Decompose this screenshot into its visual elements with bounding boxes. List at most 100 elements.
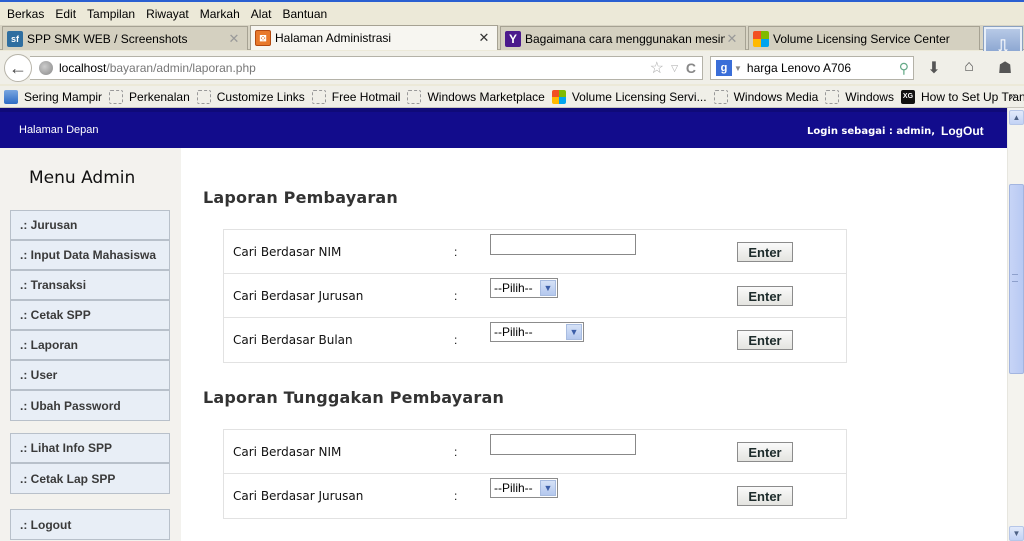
search-magnifier-icon[interactable]: ⚲ [899, 60, 909, 77]
colon: : [454, 333, 458, 347]
page-icon [311, 89, 326, 104]
close-tab-icon[interactable]: ✕ [227, 31, 241, 47]
form-row-jurusan: Cari Berdasar Jurusan : --Pilih-- ▼ Enter [224, 474, 846, 518]
enter-button[interactable]: Enter [737, 486, 793, 506]
bookmark-sering-mampir[interactable]: Sering Mampir [4, 89, 103, 104]
google-icon[interactable]: g [716, 60, 732, 76]
menu-riwayat[interactable]: Riwayat [146, 7, 189, 21]
bookmark-label: Free Hotmail [331, 89, 401, 104]
sidebar-item-input-data-mahasiswa[interactable]: .: Input Data Mahasiswa [11, 241, 169, 271]
form-row-nim: Cari Berdasar NIM : Enter [224, 430, 846, 474]
chevron-down-icon: ▼ [540, 280, 556, 296]
url-path: /bayaran/admin/laporan.php [106, 61, 256, 75]
field-label: Cari Berdasar Jurusan [233, 289, 364, 303]
main-content: Laporan Pembayaran Cari Berdasar NIM : E… [181, 148, 1007, 541]
search-input[interactable]: harga Lenovo A706 [747, 61, 851, 75]
reload-icon[interactable]: C [686, 60, 696, 76]
menu-tampilan[interactable]: Tampilan [87, 7, 135, 21]
bookmark-windows-media[interactable]: Windows Media [713, 89, 819, 104]
nim-input[interactable] [490, 234, 636, 255]
menu-bar: Berkas Edit Tampilan Riwayat Markah Alat… [0, 0, 1024, 25]
bookmark-windows[interactable]: Windows [825, 89, 894, 104]
sidebar: Menu Admin .: Jurusan .: Input Data Maha… [0, 148, 181, 541]
sidebar-item-transaksi[interactable]: .: Transaksi [11, 271, 169, 301]
menu-berkas[interactable]: Berkas [7, 7, 44, 21]
sidebar-title: Menu Admin [29, 168, 136, 188]
tab-volume-licensing[interactable]: Volume Licensing Service Center [748, 26, 980, 50]
close-tab-icon[interactable]: ✕ [477, 30, 491, 46]
url-host: localhost [59, 61, 107, 75]
nim-input[interactable] [490, 434, 636, 455]
enter-button[interactable]: Enter [737, 330, 793, 350]
search-engine-dropdown-icon[interactable]: ▼ [734, 64, 742, 73]
tab-title: SPP SMK WEB / Screenshots [27, 31, 188, 46]
bookmark-label: Sering Mampir [24, 89, 103, 104]
menu-group-info: .: Lihat Info SPP .: Cetak Lap SPP [10, 433, 170, 494]
sourceforge-icon: sf [7, 30, 23, 47]
sidebar-item-ubah-password[interactable]: .: Ubah Password [11, 391, 169, 420]
back-button[interactable]: ← [4, 54, 32, 82]
tab-title: Bagaimana cara menggunakan mesin cuci... [525, 31, 725, 46]
home-link[interactable]: Halaman Depan [19, 124, 99, 136]
select-value: --Pilih-- [494, 281, 533, 295]
bookmark-star-icon[interactable]: ☆ [650, 58, 664, 78]
scroll-grip-icon [1012, 274, 1018, 282]
bookmarks-toolbar: Sering Mampir Perkenalan Customize Links… [0, 86, 1024, 108]
bulan-select[interactable]: --Pilih-- ▼ [490, 322, 584, 342]
chevron-down-icon: ▼ [540, 480, 556, 496]
section-title-laporan-pembayaran: Laporan Pembayaran [203, 188, 398, 207]
sidebar-item-logout[interactable]: .: Logout [11, 510, 169, 539]
bookmark-windows-marketplace[interactable]: Windows Marketplace [407, 89, 545, 104]
scroll-down-icon[interactable]: ▼ [1009, 526, 1024, 541]
bookmark-label: Windows [845, 89, 894, 104]
sidebar-item-lihat-info-spp[interactable]: .: Lihat Info SPP [11, 434, 169, 464]
vertical-scrollbar[interactable]: ▲ ▼ [1007, 108, 1024, 541]
tab-halaman-administrasi[interactable]: ⊠ Halaman Administrasi ✕ [250, 25, 498, 50]
bookmark-perkenalan[interactable]: Perkenalan [109, 89, 190, 104]
url-history-dropdown-icon[interactable]: ▽ [671, 63, 678, 74]
bookmark-label: Windows Media [733, 89, 819, 104]
bookmark-customize-links[interactable]: Customize Links [196, 89, 305, 104]
field-label: Cari Berdasar NIM [233, 245, 342, 259]
tab-bagaimana-cara[interactable]: Y Bagaimana cara menggunakan mesin cuci.… [500, 26, 746, 50]
tab-spp-smk-web[interactable]: sf SPP SMK WEB / Screenshots ✕ [2, 26, 248, 50]
enter-button[interactable]: Enter [737, 242, 793, 262]
microsoft-icon [551, 89, 566, 104]
field-label: Cari Berdasar Bulan [233, 333, 353, 347]
sidebar-item-cetak-lap-spp[interactable]: .: Cetak Lap SPP [11, 464, 169, 493]
jurusan-select[interactable]: --Pilih-- ▼ [490, 278, 558, 298]
home-icon[interactable]: ⌂ [959, 58, 979, 76]
page-icon [109, 89, 124, 104]
url-bar[interactable]: localhost/bayaran/admin/laporan.php ☆ ▽ … [30, 56, 703, 80]
android-icon[interactable]: ☗ [995, 58, 1015, 78]
enter-button[interactable]: Enter [737, 286, 793, 306]
xg-icon: XG [900, 89, 915, 104]
search-bar[interactable]: g ▼ harga Lenovo A706 ⚲ [710, 56, 914, 80]
menu-alat[interactable]: Alat [251, 7, 272, 21]
page-icon [713, 89, 728, 104]
page-icon [825, 89, 840, 104]
bookmark-free-hotmail[interactable]: Free Hotmail [311, 89, 401, 104]
tab-bar: sf SPP SMK WEB / Screenshots ✕ ⊠ Halaman… [0, 25, 1024, 68]
sidebar-item-cetak-spp[interactable]: .: Cetak SPP [11, 301, 169, 331]
bookmark-volume-licensing[interactable]: Volume Licensing Servi... [551, 89, 707, 104]
menu-edit[interactable]: Edit [55, 7, 76, 21]
most-visited-icon [4, 89, 18, 104]
colon: : [454, 245, 458, 259]
bookmark-label: Volume Licensing Servi... [571, 89, 707, 104]
scroll-up-icon[interactable]: ▲ [1009, 110, 1024, 125]
logout-link[interactable]: LogOut [941, 124, 984, 138]
enter-button[interactable]: Enter [737, 442, 793, 462]
bookmarks-overflow-chevron-icon[interactable]: » [1009, 89, 1016, 103]
xampp-icon: ⊠ [255, 30, 271, 46]
menu-markah[interactable]: Markah [200, 7, 240, 21]
menu-bantuan[interactable]: Bantuan [282, 7, 327, 21]
jurusan-select[interactable]: --Pilih-- ▼ [490, 478, 558, 498]
bookmark-how-to-set-up[interactable]: XGHow to Set Up Transp... [900, 89, 1024, 104]
sidebar-item-jurusan[interactable]: .: Jurusan [11, 211, 169, 241]
downloads-icon[interactable]: ⬇ [924, 58, 944, 78]
page-icon [196, 89, 211, 104]
sidebar-item-laporan[interactable]: .: Laporan [11, 331, 169, 361]
sidebar-item-user[interactable]: .: User [11, 361, 169, 391]
close-tab-icon[interactable]: ✕ [725, 31, 739, 47]
